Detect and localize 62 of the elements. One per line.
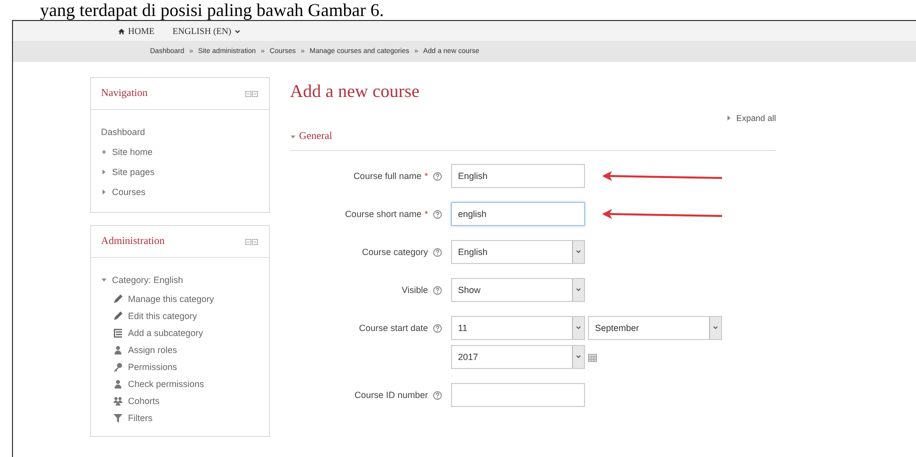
help-icon[interactable]	[433, 324, 442, 332]
tree-item[interactable]: Cohorts	[101, 392, 259, 409]
help-icon[interactable]	[433, 172, 442, 180]
block-title: Administration	[101, 236, 165, 247]
key-icon	[113, 362, 123, 372]
text-field[interactable]	[451, 383, 585, 407]
bullet-icon	[101, 149, 107, 155]
field-label: Course full name	[353, 171, 422, 181]
field-label: Course category	[362, 247, 428, 257]
caret-icon	[234, 28, 242, 34]
select-field[interactable]: September	[588, 316, 722, 340]
select-field[interactable]: 11	[451, 316, 585, 340]
triangle-right-icon	[726, 115, 732, 121]
field-label: Course start date	[358, 323, 428, 333]
tree-item[interactable]: Edit this category	[101, 307, 259, 324]
tree-item[interactable]: Dashboard	[101, 122, 259, 142]
person-icon	[113, 344, 123, 354]
page-title: Add a new course	[290, 81, 420, 102]
block-controls-icon[interactable]	[245, 90, 259, 96]
triangle-down-icon	[290, 134, 296, 140]
tree-item[interactable]: Category: English	[101, 270, 259, 290]
tree-item[interactable]: Manage this category	[101, 290, 259, 307]
home-icon	[118, 28, 125, 34]
top-menu-link[interactable]: HOME	[118, 26, 154, 36]
field-label: Course short name	[344, 209, 422, 219]
calendar-icon[interactable]	[588, 352, 597, 362]
tree-item[interactable]: Assign roles	[101, 341, 259, 358]
help-icon[interactable]	[433, 286, 442, 294]
tree-item[interactable]: Courses	[101, 182, 259, 202]
select-field[interactable]: English	[451, 240, 585, 264]
tree-item[interactable]: Permissions	[101, 358, 259, 375]
document-caption: yang terdapat di posisi paling bawah Gambar 6.	[39, 0, 385, 20]
group-icon	[113, 396, 123, 406]
tree-item[interactable]: Add a subcategory	[101, 324, 259, 341]
help-icon[interactable]	[433, 210, 442, 218]
filter-icon	[113, 412, 123, 422]
text-field[interactable]: english	[451, 202, 585, 226]
tree-item[interactable]: Site home	[101, 142, 259, 162]
required-mark: *	[424, 209, 428, 219]
select-field[interactable]: Show	[451, 278, 585, 302]
field-label: Visible	[402, 285, 428, 295]
expand-all-link[interactable]: Expand all	[726, 113, 776, 123]
dropdown-caret-icon	[572, 317, 584, 339]
dropdown-caret-icon	[572, 241, 584, 263]
block-controls-icon[interactable]	[245, 238, 259, 244]
text-field[interactable]: English	[451, 164, 585, 188]
tree-item[interactable]: Filters	[101, 409, 259, 426]
list-icon	[113, 328, 123, 338]
help-icon[interactable]	[433, 390, 442, 400]
select-field[interactable]: 2017	[451, 345, 585, 369]
dropdown-caret-icon	[572, 279, 584, 301]
required-mark: *	[424, 171, 428, 181]
tree-item[interactable]: Check permissions	[101, 375, 259, 392]
block-title: Navigation	[101, 88, 148, 99]
dropdown-caret-icon	[572, 346, 584, 368]
field-label: Course ID number	[354, 390, 428, 400]
help-icon[interactable]	[433, 248, 442, 256]
section-header[interactable]: General	[290, 131, 776, 142]
dropdown-caret-icon	[709, 317, 721, 339]
tree-item[interactable]: Site pages	[101, 162, 259, 182]
person-icon	[113, 378, 123, 388]
top-menu-link[interactable]: ENGLISH (EN)	[172, 26, 242, 36]
